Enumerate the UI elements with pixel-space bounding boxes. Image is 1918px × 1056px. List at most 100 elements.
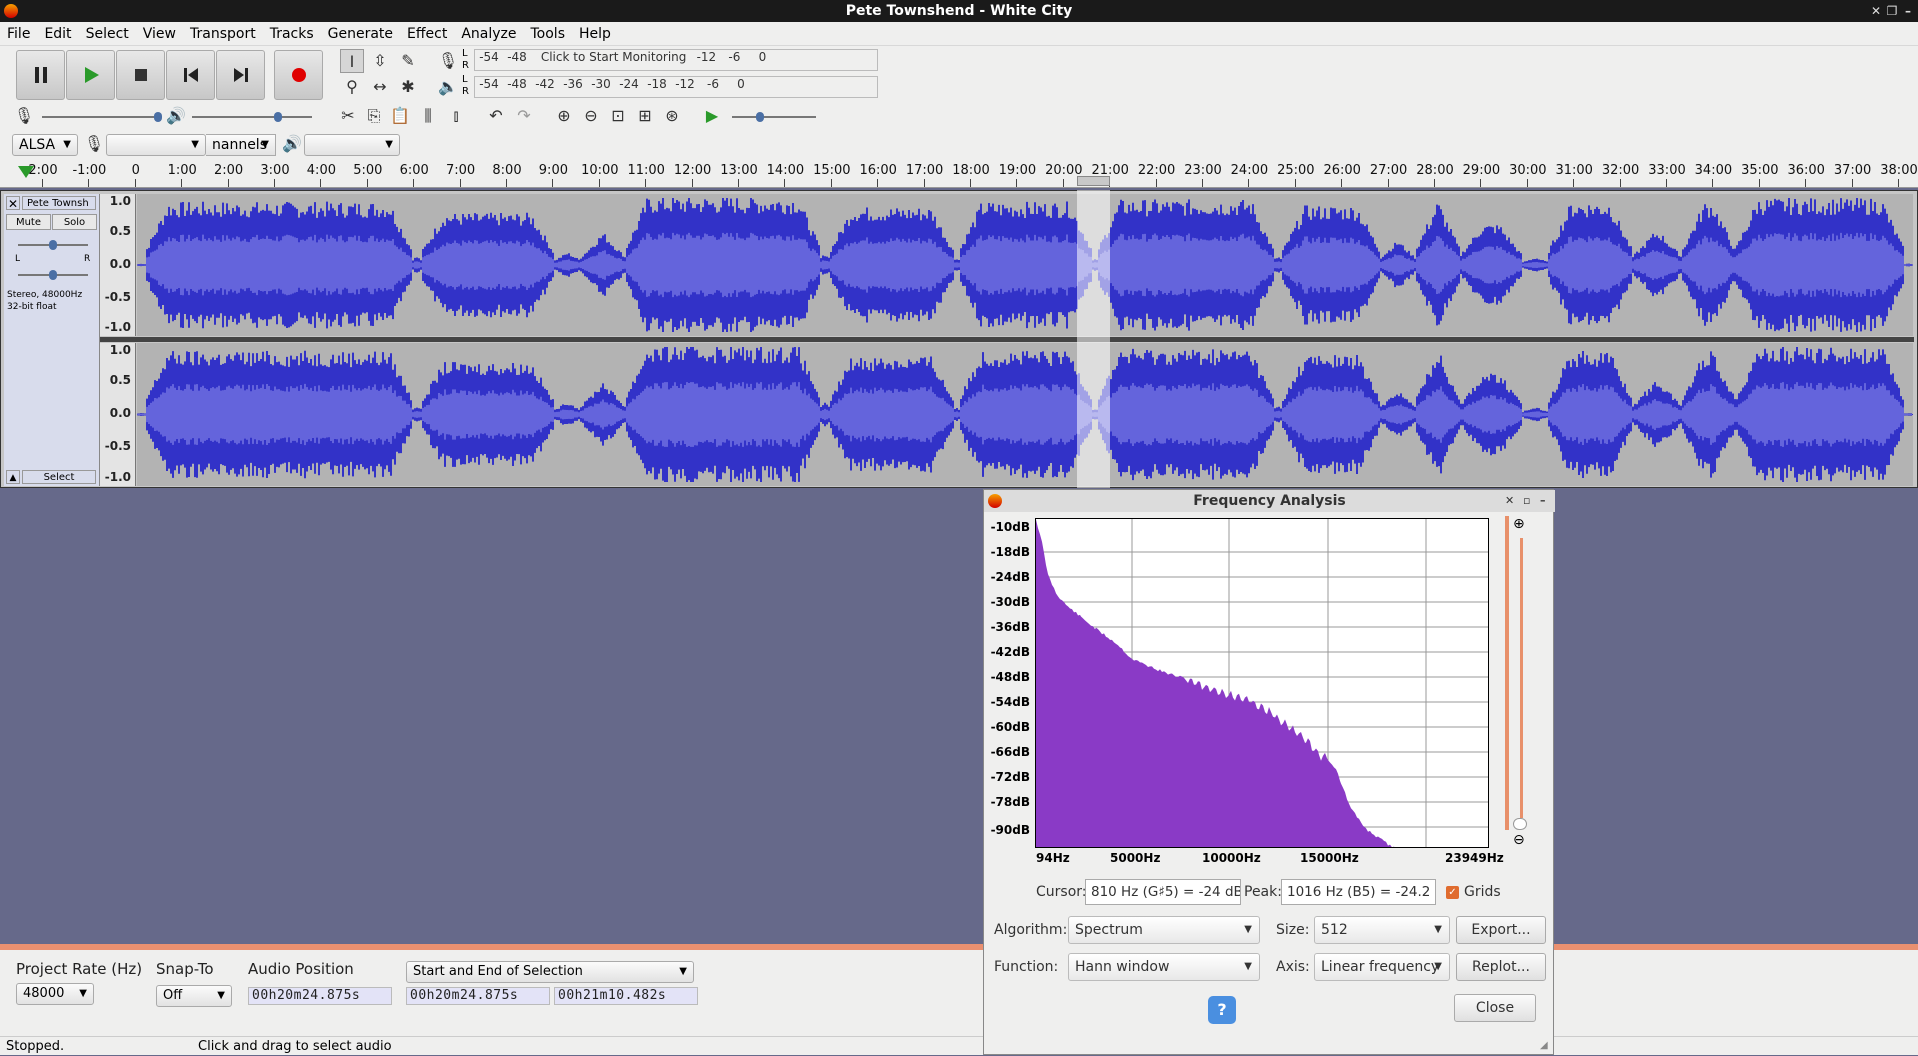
size-select[interactable]: 512 ▼ bbox=[1314, 916, 1450, 944]
close-button[interactable]: Close bbox=[1454, 994, 1536, 1022]
y-axis-label: -36dB bbox=[990, 620, 1030, 634]
mute-button[interactable]: Mute bbox=[6, 214, 51, 230]
project-rate-select[interactable]: 48000 ▼ bbox=[16, 983, 94, 1005]
play-speed-slider[interactable] bbox=[732, 112, 816, 122]
timeline-ruler[interactable]: 2:00 -1:00 0 1:00 2:00 3:00 4:00 5:00 6:00 7:00 8:… bbox=[0, 156, 1918, 188]
draw-tool-icon[interactable]: ✎ bbox=[396, 49, 420, 73]
dialog-titlebar[interactable]: Frequency Analysis ✕ ▫ – bbox=[984, 490, 1555, 512]
slider-thumb[interactable] bbox=[49, 240, 57, 250]
menu-effect[interactable]: Effect bbox=[400, 22, 454, 46]
menu-tracks[interactable]: Tracks bbox=[263, 22, 321, 46]
undo-icon[interactable]: ↶ bbox=[484, 104, 508, 128]
function-select[interactable]: Hann window ▼ bbox=[1068, 953, 1260, 981]
vertical-zoom-thumb[interactable] bbox=[1513, 818, 1527, 830]
menu-file[interactable]: File bbox=[0, 22, 37, 46]
record-meter-icon[interactable]: 🎙 bbox=[436, 49, 460, 73]
menu-tools[interactable]: Tools bbox=[524, 22, 573, 46]
record-button[interactable] bbox=[274, 50, 323, 100]
dialog-maximize-icon[interactable]: ▫ bbox=[1523, 490, 1530, 512]
audio-position-field[interactable]: 00h20m24.875s bbox=[248, 987, 392, 1005]
replot-button[interactable]: Replot... bbox=[1456, 953, 1546, 981]
collapse-track-icon[interactable]: ▲ bbox=[6, 470, 20, 484]
scale-label: 0.0 bbox=[109, 257, 131, 271]
snap-to-select[interactable]: Off ▼ bbox=[156, 985, 232, 1007]
record-volume-slider[interactable] bbox=[42, 112, 162, 122]
envelope-tool-icon[interactable]: ⇳ bbox=[368, 49, 392, 73]
zoom-toggle-icon[interactable]: ⊛ bbox=[660, 104, 684, 128]
menu-edit[interactable]: Edit bbox=[37, 22, 78, 46]
help-button[interactable]: ? bbox=[1208, 996, 1236, 1024]
x-axis-label: 15000Hz bbox=[1300, 851, 1359, 865]
menu-generate[interactable]: Generate bbox=[321, 22, 400, 46]
multi-tool-icon[interactable]: ✱ bbox=[396, 75, 420, 99]
cut-icon[interactable]: ✂ bbox=[336, 104, 360, 128]
algorithm-select[interactable]: Spectrum ▼ bbox=[1068, 916, 1260, 944]
play-at-speed-icon[interactable]: ▶ bbox=[700, 104, 724, 128]
skip-to-end-button[interactable] bbox=[216, 50, 265, 100]
slider-thumb[interactable] bbox=[274, 112, 282, 122]
dialog-close-icon[interactable]: ✕ bbox=[1505, 490, 1514, 512]
selection-region[interactable] bbox=[1077, 190, 1110, 488]
minimize-window-icon[interactable]: – bbox=[1900, 2, 1916, 20]
close-window-icon[interactable]: ✕ bbox=[1868, 2, 1884, 20]
record-meter[interactable]: -54 -48 Click to Start Monitoring -12 -6 0 bbox=[474, 49, 878, 71]
selection-handle[interactable] bbox=[1077, 176, 1110, 186]
pan-slider[interactable] bbox=[18, 270, 88, 280]
timeshift-tool-icon[interactable]: ↔ bbox=[368, 75, 392, 99]
play-button[interactable] bbox=[66, 50, 115, 100]
selection-mode-select[interactable]: Start and End of Selection ▼ bbox=[406, 961, 694, 983]
paste-icon[interactable]: 📋 bbox=[388, 104, 412, 128]
slider-thumb[interactable] bbox=[49, 270, 57, 280]
zoom-in-icon[interactable]: ⊕ bbox=[552, 104, 576, 128]
export-button[interactable]: Export... bbox=[1456, 916, 1546, 944]
ruler-tick-mark bbox=[645, 179, 647, 187]
silence-icon[interactable]: ⫾ bbox=[444, 104, 468, 128]
playback-device-icon: 🔊 bbox=[282, 134, 302, 153]
zoom-in-icon[interactable]: ⊕ bbox=[1513, 516, 1531, 534]
menu-help[interactable]: Help bbox=[572, 22, 618, 46]
zoom-tool-icon[interactable]: ⚲ bbox=[340, 75, 364, 99]
playback-device-select[interactable]: ▼ bbox=[304, 134, 400, 156]
record-channels-select[interactable]: nannels ▼ bbox=[206, 134, 276, 156]
menu-analyze[interactable]: Analyze bbox=[454, 22, 523, 46]
playback-volume-slider[interactable] bbox=[192, 112, 312, 122]
track-name-menu[interactable]: Pete Townsh bbox=[22, 196, 96, 210]
slider-thumb[interactable] bbox=[154, 112, 162, 122]
menu-view[interactable]: View bbox=[136, 22, 183, 46]
spectrum-plot[interactable] bbox=[1035, 518, 1489, 848]
menu-select[interactable]: Select bbox=[79, 22, 136, 46]
audio-host-select[interactable]: ALSA ▼ bbox=[12, 134, 78, 156]
slider-thumb[interactable] bbox=[756, 112, 764, 122]
zoom-out-icon[interactable]: ⊖ bbox=[579, 104, 603, 128]
solo-button[interactable]: Solo bbox=[52, 214, 97, 230]
selection-tool-icon[interactable]: I bbox=[340, 49, 364, 73]
zoom-out-icon[interactable]: ⊖ bbox=[1513, 832, 1531, 850]
stop-button[interactable] bbox=[116, 50, 165, 100]
axis-select[interactable]: Linear frequency ▼ bbox=[1314, 953, 1450, 981]
pause-button[interactable] bbox=[16, 50, 65, 100]
vertical-zoom-slider[interactable] bbox=[1520, 538, 1523, 818]
waveform-channel-1[interactable] bbox=[137, 194, 1913, 336]
selection-end-field[interactable]: 00h21m10.482s bbox=[554, 987, 698, 1005]
redo-icon[interactable]: ↷ bbox=[512, 104, 536, 128]
meter-tick: -36 bbox=[563, 77, 583, 91]
skip-to-start-button[interactable] bbox=[166, 50, 215, 100]
restore-window-icon[interactable]: ❐ bbox=[1884, 2, 1900, 20]
copy-icon[interactable]: ⎘ bbox=[362, 104, 386, 128]
fit-project-icon[interactable]: ⊞ bbox=[633, 104, 657, 128]
size-value: 512 bbox=[1321, 922, 1348, 938]
trim-icon[interactable]: ⫼ bbox=[416, 104, 440, 128]
fit-selection-icon[interactable]: ⊡ bbox=[606, 104, 630, 128]
playback-meter[interactable]: -54 -48 -42 -36 -30 -24 -18 -12 -6 0 bbox=[474, 76, 878, 98]
playback-meter-icon[interactable]: 🔈 bbox=[436, 75, 460, 99]
selection-start-field[interactable]: 00h20m24.875s bbox=[406, 987, 550, 1005]
waveform-channel-2[interactable] bbox=[137, 343, 1913, 486]
close-track-icon[interactable]: ✕ bbox=[6, 196, 20, 211]
grids-checkbox[interactable]: ✓ bbox=[1446, 886, 1459, 899]
gain-slider[interactable] bbox=[18, 240, 88, 250]
menu-transport[interactable]: Transport bbox=[183, 22, 263, 46]
record-device-select[interactable]: ▼ bbox=[106, 134, 206, 156]
resize-grip-icon[interactable]: ◢ bbox=[1540, 1040, 1552, 1052]
select-track-button[interactable]: Select bbox=[22, 470, 96, 484]
dialog-minimize-icon[interactable]: – bbox=[1540, 490, 1546, 512]
